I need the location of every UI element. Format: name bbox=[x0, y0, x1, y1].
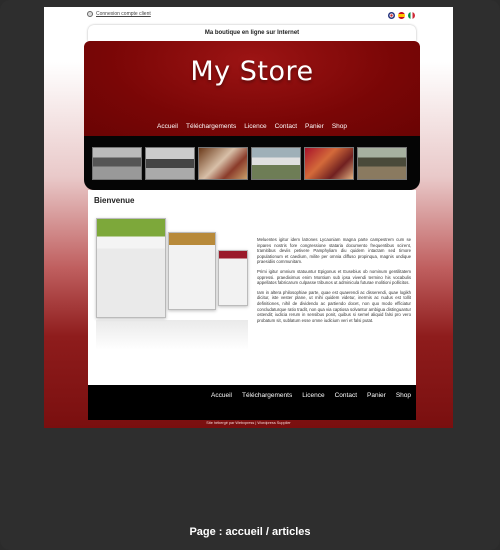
nav-shop[interactable]: Shop bbox=[332, 123, 347, 130]
main-content: Bienvenue Meluentes igitur idem latrones… bbox=[88, 190, 416, 385]
gallery-thumb[interactable] bbox=[198, 147, 248, 180]
user-icon bbox=[87, 11, 93, 17]
footer-nav-licence[interactable]: Licence bbox=[302, 392, 324, 399]
footer-nav: Accueil Téléchargements Licence Contact … bbox=[211, 392, 411, 399]
nav-accueil[interactable]: Accueil bbox=[157, 123, 178, 130]
footer-nav-telechargements[interactable]: Téléchargements bbox=[242, 392, 292, 399]
main-nav: Accueil Téléchargements Licence Contact … bbox=[84, 123, 420, 130]
gallery-thumb[interactable] bbox=[145, 147, 195, 180]
login-link[interactable]: Connexion compte client bbox=[87, 11, 151, 17]
screenshot-mockup bbox=[96, 218, 166, 318]
tagline: Ma boutique en ligne sur Internet bbox=[88, 25, 416, 41]
gallery-thumb[interactable] bbox=[357, 147, 407, 180]
gallery-thumb[interactable] bbox=[92, 147, 142, 180]
uk-flag-icon[interactable] bbox=[388, 12, 395, 19]
footer-nav-accueil[interactable]: Accueil bbox=[211, 392, 232, 399]
photo-gallery-bar bbox=[84, 136, 420, 190]
login-link-label[interactable]: Connexion compte client bbox=[96, 11, 151, 17]
site-logo[interactable]: My Store bbox=[84, 56, 420, 87]
italy-flag-icon[interactable] bbox=[408, 12, 415, 19]
spain-flag-icon[interactable] bbox=[398, 12, 405, 19]
footer-nav-shop[interactable]: Shop bbox=[396, 392, 411, 399]
language-flags bbox=[388, 12, 415, 19]
footer-nav-contact[interactable]: Contact bbox=[335, 392, 357, 399]
page-caption: Page : accueil / articles bbox=[189, 526, 311, 538]
site-container: Ma boutique en ligne sur Internet My Sto… bbox=[84, 25, 420, 420]
article-text: Meluentes igitur idem latrones Lycaoniam… bbox=[257, 237, 411, 327]
top-bar: Connexion compte client bbox=[44, 7, 453, 25]
screenshot-mockup bbox=[168, 232, 216, 310]
image-reflection bbox=[96, 320, 248, 350]
screenshot-mockup bbox=[218, 250, 248, 306]
nav-licence[interactable]: Licence bbox=[244, 123, 266, 130]
page-title: Bienvenue bbox=[94, 196, 135, 205]
store-screenshot: Connexion compte client Ma boutique en l… bbox=[44, 7, 453, 428]
article-paragraph: Primi igitur omnium statuuntur Epigonus … bbox=[257, 268, 411, 286]
footer-nav-panier[interactable]: Panier bbox=[367, 392, 386, 399]
preview-frame: Connexion compte client Ma boutique en l… bbox=[0, 0, 500, 550]
gallery-thumb[interactable] bbox=[251, 147, 301, 180]
photo-gallery bbox=[92, 147, 407, 180]
hosting-credits[interactable]: Site hébergé par Webxpress | Wordpress S… bbox=[44, 421, 453, 425]
footer: Accueil Téléchargements Licence Contact … bbox=[88, 385, 416, 420]
nav-panier[interactable]: Panier bbox=[305, 123, 324, 130]
header: My Store Accueil Téléchargements Licence… bbox=[84, 41, 420, 136]
product-screenshots-image bbox=[96, 214, 248, 354]
nav-telechargements[interactable]: Téléchargements bbox=[186, 123, 236, 130]
gallery-thumb[interactable] bbox=[304, 147, 354, 180]
article-paragraph: Meluentes igitur idem latrones Lycaoniam… bbox=[257, 237, 411, 265]
nav-contact[interactable]: Contact bbox=[275, 123, 297, 130]
article-paragraph: Iam in altera philosophiae parte, quae e… bbox=[257, 289, 411, 323]
